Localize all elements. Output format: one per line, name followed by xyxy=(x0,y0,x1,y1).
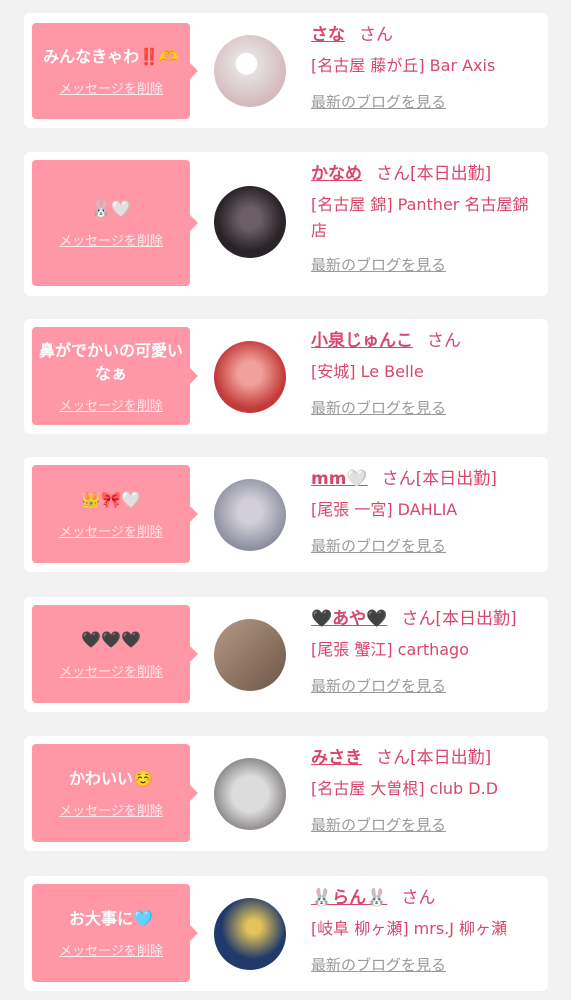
shop-name: [岐阜 柳ヶ瀬] mrs.J 柳ヶ瀬 xyxy=(311,919,508,938)
delete-message-link[interactable]: メッセージを削除 xyxy=(59,395,163,414)
status-label: [本日出勤] xyxy=(410,164,492,184)
delete-message-link[interactable]: メッセージを削除 xyxy=(59,940,163,959)
list-item: 🖤🖤🖤 メッセージを削除 🖤あや🖤 さん[本日出勤] [尾張 蟹江] cartha… xyxy=(24,597,548,712)
message-text: 👑🎀🤍 xyxy=(81,490,141,509)
user-name-link[interactable]: かなめ xyxy=(311,164,362,184)
user-name-link[interactable]: 🖤あや🖤 xyxy=(311,609,387,629)
message-text: かわいい☺️ xyxy=(69,769,153,788)
status-label: [本日出勤] xyxy=(435,609,517,629)
status-label: [本日出勤] xyxy=(415,469,497,489)
list-item: 👑🎀🤍 メッセージを削除 mm🤍 さん[本日出勤] [尾張 一宮] DAHLIA … xyxy=(24,457,548,572)
user-info: 小泉じゅんこ さん [安城] Le Belle 最新のブログを見る xyxy=(311,329,540,418)
avatar[interactable] xyxy=(214,479,286,551)
user-name-link[interactable]: 🐰らん🐰 xyxy=(311,888,387,908)
honorific: さん xyxy=(401,888,436,908)
message-bubble: 👑🎀🤍 メッセージを削除 xyxy=(32,465,198,563)
user-info: mm🤍 さん[本日出勤] [尾張 一宮] DAHLIA 最新のブログを見る xyxy=(311,467,540,556)
shop-name: [尾張 一宮] DAHLIA xyxy=(311,500,458,519)
latest-blog-link[interactable]: 最新のブログを見る xyxy=(311,675,446,696)
shop-name: [名古屋 錦] Panther 名古屋錦店 xyxy=(311,195,529,240)
list-item: お大事に🩵 メッセージを削除 🐰らん🐰 さん [岐阜 柳ヶ瀬] mrs.J 柳ヶ瀬… xyxy=(24,876,548,991)
list-item: 🐰🤍 メッセージを削除 かなめ さん[本日出勤] [名古屋 錦] Panther … xyxy=(24,152,548,296)
message-bubble: 🐰🤍 メッセージを削除 xyxy=(32,160,198,286)
list-item: みんなきゃわ‼️🫶 メッセージを削除 さな さん [名古屋 藤が丘] Bar Ax… xyxy=(24,13,548,128)
shop-name: [名古屋 藤が丘] Bar Axis xyxy=(311,56,496,75)
user-info: 🖤あや🖤 さん[本日出勤] [尾張 蟹江] carthago 最新のブログを見る xyxy=(311,607,540,696)
message-bubble: みんなきゃわ‼️🫶 メッセージを削除 xyxy=(32,23,198,119)
user-info: かなめ さん[本日出勤] [名古屋 錦] Panther 名古屋錦店 最新のブログ… xyxy=(311,162,540,275)
latest-blog-link[interactable]: 最新のブログを見る xyxy=(311,91,446,112)
honorific: さん xyxy=(359,25,393,45)
user-name-link[interactable]: さな xyxy=(311,25,345,45)
avatar[interactable] xyxy=(214,758,286,830)
delete-message-link[interactable]: メッセージを削除 xyxy=(59,800,163,819)
list-item: 鼻がでかいの可愛いなぁ メッセージを削除 小泉じゅんこ さん [安城] Le Be… xyxy=(24,319,548,434)
honorific: さん xyxy=(401,609,436,629)
user-name-link[interactable]: mm🤍 xyxy=(311,469,368,489)
message-bubble: 鼻がでかいの可愛いなぁ メッセージを削除 xyxy=(32,327,198,425)
message-text: 🖤🖤🖤 xyxy=(81,630,141,649)
latest-blog-link[interactable]: 最新のブログを見る xyxy=(311,954,446,975)
status-label: [本日出勤] xyxy=(410,748,492,768)
latest-blog-link[interactable]: 最新のブログを見る xyxy=(311,814,446,835)
avatar[interactable] xyxy=(214,186,286,258)
honorific: さん xyxy=(376,748,410,768)
avatar[interactable] xyxy=(214,35,286,107)
message-text: 鼻がでかいの可愛いなぁ xyxy=(38,340,183,383)
delete-message-link[interactable]: メッセージを削除 xyxy=(59,230,163,249)
honorific: さん xyxy=(427,331,461,351)
message-list: みんなきゃわ‼️🫶 メッセージを削除 さな さん [名古屋 藤が丘] Bar Ax… xyxy=(0,0,571,1000)
latest-blog-link[interactable]: 最新のブログを見る xyxy=(311,254,446,275)
message-bubble: かわいい☺️ メッセージを削除 xyxy=(32,744,198,842)
delete-message-link[interactable]: メッセージを削除 xyxy=(59,78,163,97)
user-info: みさき さん[本日出勤] [名古屋 大曽根] club D.D 最新のブログを見る xyxy=(311,746,540,835)
user-name-link[interactable]: みさき xyxy=(311,748,362,768)
list-item: かわいい☺️ メッセージを削除 みさき さん[本日出勤] [名古屋 大曽根] cl… xyxy=(24,736,548,851)
user-name-link[interactable]: 小泉じゅんこ xyxy=(311,331,413,351)
shop-name: [名古屋 大曽根] club D.D xyxy=(311,779,499,798)
message-text: 🐰🤍 xyxy=(91,199,131,218)
honorific: さん xyxy=(376,164,410,184)
honorific: さん xyxy=(381,469,416,489)
message-bubble: お大事に🩵 メッセージを削除 xyxy=(32,884,198,982)
message-bubble: 🖤🖤🖤 メッセージを削除 xyxy=(32,605,198,703)
shop-name: [尾張 蟹江] carthago xyxy=(311,640,470,659)
avatar[interactable] xyxy=(214,898,286,970)
shop-name: [安城] Le Belle xyxy=(311,362,424,381)
message-text: お大事に🩵 xyxy=(69,909,153,928)
message-text: みんなきゃわ‼️🫶 xyxy=(43,47,179,66)
avatar[interactable] xyxy=(214,341,286,413)
delete-message-link[interactable]: メッセージを削除 xyxy=(59,521,163,540)
user-info: さな さん [名古屋 藤が丘] Bar Axis 最新のブログを見る xyxy=(311,23,540,112)
latest-blog-link[interactable]: 最新のブログを見る xyxy=(311,535,446,556)
latest-blog-link[interactable]: 最新のブログを見る xyxy=(311,397,446,418)
user-info: 🐰らん🐰 さん [岐阜 柳ヶ瀬] mrs.J 柳ヶ瀬 最新のブログを見る xyxy=(311,886,540,975)
delete-message-link[interactable]: メッセージを削除 xyxy=(59,661,163,680)
avatar[interactable] xyxy=(214,619,286,691)
